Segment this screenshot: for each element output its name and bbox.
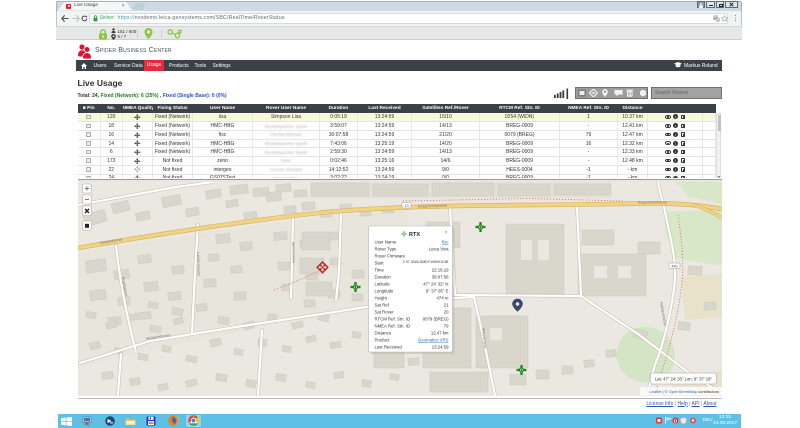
svg-text:0079 (BREG): 0079 (BREG) [422,317,448,322]
svg-text:Leica Viva: Leica Viva [428,247,448,252]
svg-text:Leaflet | © OpenStreetMap cont: Leaflet | © OpenStreetMap contributors [649,389,719,394]
svg-text:Rover Firmware: Rover Firmware [374,254,405,259]
svg-text:2.97.3345,DMDY19500114R: 2.97.3345,DMDY19500114R [402,260,448,264]
svg-text:Start: Start [374,261,384,266]
svg-text:fisc: fisc [442,240,449,245]
svg-text:Rover Type: Rover Type [374,247,397,252]
svg-text:440: 440 [671,264,677,268]
svg-text:Balgacherstrasse: Balgacherstrasse [417,204,446,209]
svg-text:RTX: RTX [409,232,420,238]
svg-text:Distance: Distance [374,331,391,336]
svg-text:User Name: User Name [374,240,396,245]
svg-text:Landerstrasse: Landerstrasse [196,252,201,276]
svg-text:47° 24' 32'' N: 47° 24' 32'' N [423,282,448,287]
svg-text:39:07:58: 39:07:58 [431,275,448,280]
svg-text:474 m: 474 m [436,296,448,301]
svg-text:Time: Time [374,268,384,273]
svg-text:Balgacherstrasse: Balgacherstrasse [638,201,667,205]
svg-text:Last Received: Last Received [374,345,402,350]
svg-text:RTCM Ref. Stn. ID: RTCM Ref. Stn. ID [374,317,410,322]
svg-text:Longitude: Longitude [374,289,393,294]
svg-text:Duration: Duration [374,275,391,280]
svg-text:13: 13 [404,204,408,208]
svg-text:21: 21 [443,303,448,308]
svg-text:79: 79 [443,324,448,329]
svg-text:13:24:59: 13:24:59 [431,345,448,350]
svg-text:Height: Height [374,296,387,301]
svg-text:9° 37' 05'' E: 9° 37' 05'' E [425,289,448,294]
svg-text:NMEA Ref. Stn. ID: NMEA Ref. Stn. ID [374,324,410,329]
svg-text:Latitude: Latitude [374,282,390,287]
svg-text:×: × [444,230,447,236]
svg-text:Wehrstrasse: Wehrstrasse [291,242,296,263]
svg-text:12.47 km: 12.47 km [430,331,448,336]
svg-text:22:16:19: 22:16:19 [431,268,448,273]
svg-text:Sat Rover: Sat Rover [374,310,394,315]
svg-text:20: 20 [443,310,448,315]
svg-text:Lat: 47° 24' 33'' Lon: 9° 37': Lat: 47° 24' 33'' Lon: 9° 37' 18'' [654,376,711,381]
svg-text:Product: Product [374,338,390,343]
svg-text:Geomatics VRS: Geomatics VRS [417,338,448,343]
svg-text:Sat Ref: Sat Ref [374,303,389,308]
